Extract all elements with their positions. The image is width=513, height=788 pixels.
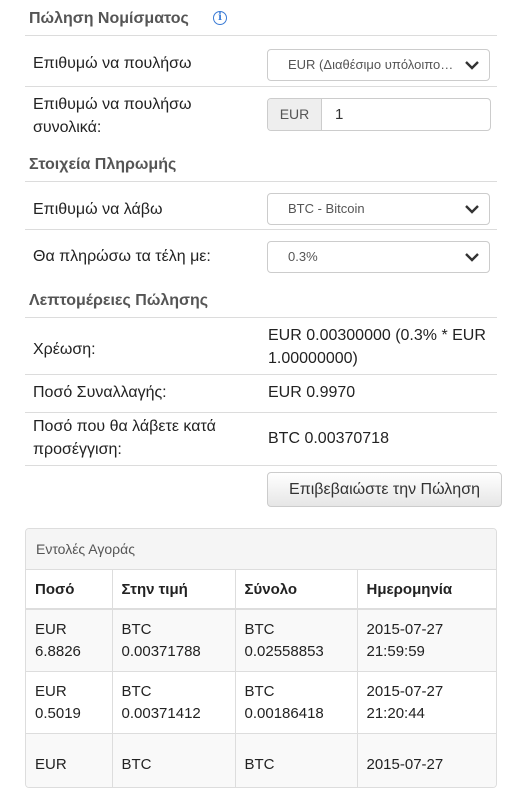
want-to-sell-label: Επιθυμώ να πουλήσω [33,52,192,75]
table-header-row: Ποσό Στην τιμή Σύνολο Ημερομηνία [26,570,497,609]
table-cell: EUR [26,734,112,788]
approx-receive-value: BTC 0.00370718 [268,427,389,450]
column-header: Ημερομηνία [357,570,497,609]
column-header: Ποσό [26,570,112,609]
divider [25,374,497,375]
sell-currency-title: Πώληση Νομίσματος [29,10,497,28]
divider [25,229,497,230]
transaction-amount-label: Ποσό Συναλλαγής: [33,381,167,404]
charge-label: Χρέωση: [33,338,96,361]
divider [25,35,497,36]
table-cell: 2015-07-27 [357,734,497,788]
total-label: Επιθυμώ να πουλήσω συνολικά: [33,93,253,139]
buy-orders-panel: Εντολές Αγοράς Ποσό Στην τιμή Σύνολο Ημε… [25,528,497,788]
payment-title: Στοιχεία Πληρωμής [29,156,497,174]
divider [25,181,497,182]
confirm-sale-button[interactable]: Επιβεβαιώστε την Πώληση [267,472,502,507]
table-cell: 2015-07-27 21:59:59 [357,609,497,672]
fee-select-value: 0.3% [288,249,318,264]
divider [25,412,497,413]
chevron-down-icon [465,60,479,70]
table-cell: BTC 0.00371412 [112,672,235,734]
column-header: Σύνολο [235,570,357,609]
table-cell: BTC 0.00186418 [235,672,357,734]
fee-select[interactable]: 0.3% [267,241,490,273]
divider [25,465,497,466]
table-cell: EUR 6.8826 [26,609,112,672]
column-header: Στην τιμή [112,570,235,609]
buy-orders-title: Εντολές Αγοράς [26,529,496,570]
sell-form: Πώληση Νομίσματος i Επιθυμώ να πουλήσω E… [0,0,513,768]
sell-currency-select-value: EUR (Διαθέσιμο υπόλοιπο: 1.00000000) [288,57,490,72]
table-row[interactable]: EUR 6.8826 BTC 0.00371788 BTC 0.02558853… [26,609,497,672]
chevron-down-icon [465,204,479,214]
table-row[interactable]: EUR BTC BTC 2015-07-27 [26,734,497,788]
transaction-amount-value: EUR 0.9970 [268,381,355,404]
chevron-down-icon [465,252,479,262]
buy-orders-table: Ποσό Στην τιμή Σύνολο Ημερομηνία EUR 6.8… [26,570,497,788]
details-title: Λεπτομέρειες Πώλησης [29,292,497,310]
table-cell: BTC 0.00371788 [112,609,235,672]
divider [25,86,497,87]
receive-label: Επιθυμώ να λάβω [33,198,162,221]
table-cell: BTC [112,734,235,788]
divider [25,317,497,318]
info-icon[interactable]: i [213,11,227,25]
sell-currency-select[interactable]: EUR (Διαθέσιμο υπόλοιπο: 1.00000000) [267,49,490,81]
approx-receive-label: Ποσό που θα λάβετε κατά προσέγγιση: [33,415,258,461]
total-amount-field[interactable]: EUR 1 [267,98,491,131]
total-amount-input[interactable]: 1 [335,99,343,130]
table-cell: EUR 0.5019 [26,672,112,734]
table-cell: 2015-07-27 21:20:44 [357,672,497,734]
receive-currency-select[interactable]: BTC - Bitcoin [267,193,490,225]
table-row[interactable]: EUR 0.5019 BTC 0.00371412 BTC 0.00186418… [26,672,497,734]
currency-addon: EUR [268,99,322,130]
receive-currency-select-value: BTC - Bitcoin [288,201,365,216]
fee-label: Θα πληρώσω τα τέλη με: [33,245,211,268]
table-cell: BTC [235,734,357,788]
table-cell: BTC 0.02558853 [235,609,357,672]
charge-value: EUR 0.00300000 (0.3% * EUR 1.00000000) [268,324,488,370]
